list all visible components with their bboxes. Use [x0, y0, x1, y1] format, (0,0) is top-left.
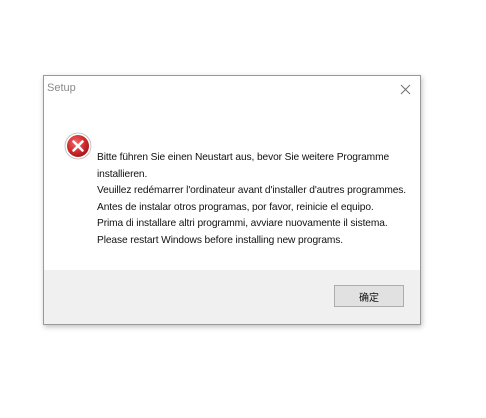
- message-line: Antes de instalar otros programas, por f…: [97, 201, 374, 213]
- error-message: Bitte führen Sie einen Neustart aus, bev…: [97, 150, 407, 249]
- message-line: installieren.: [97, 168, 148, 180]
- title-bar: Setup: [44, 76, 420, 102]
- screen: Setup Bitte führen Sie einen Neustart au…: [0, 0, 486, 418]
- message-line: Veuillez redémarrer l'ordinateur avant d…: [97, 185, 407, 196]
- ok-button[interactable]: 确定: [334, 285, 404, 307]
- message-line: Please restart Windows before installing…: [97, 234, 344, 246]
- message-line: Prima di installare altri programmi, avv…: [97, 218, 388, 229]
- message-line: Bitte führen Sie einen Neustart aus, bev…: [97, 152, 390, 163]
- close-button[interactable]: [390, 76, 420, 102]
- close-icon: [400, 84, 410, 94]
- window-title: Setup: [47, 82, 76, 94]
- dialog-content: Bitte führen Sie einen Neustart aus, bev…: [44, 102, 420, 270]
- error-icon: [64, 132, 92, 160]
- setup-dialog: Setup Bitte führen Sie einen Neustart au…: [43, 75, 421, 325]
- button-bar: 确定: [44, 270, 420, 324]
